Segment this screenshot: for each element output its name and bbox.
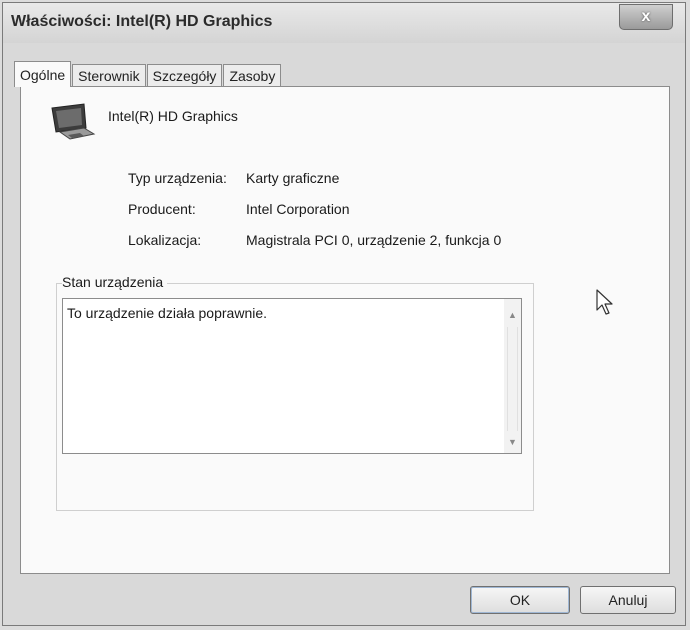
tab-resources[interactable]: Zasoby [223, 64, 282, 86]
status-scrollbar[interactable]: ▲ ▼ [504, 299, 521, 453]
tab-general[interactable]: Ogólne [14, 61, 72, 87]
close-icon: x [641, 8, 651, 25]
device-name: Intel(R) HD Graphics [108, 108, 238, 124]
device-status-text: To urządzenie działa poprawnie. [67, 305, 268, 321]
scroll-up-arrow-icon[interactable]: ▲ [504, 307, 521, 324]
tab-bar: Ogólne Sterownik Szczegóły Zasoby [14, 60, 282, 87]
location-value: Magistrala PCI 0, urządzenie 2, funkcja … [246, 232, 502, 248]
location-label: Lokalizacja: [128, 232, 202, 248]
ok-button[interactable]: OK [470, 586, 570, 614]
cancel-button[interactable]: Anuluj [580, 586, 676, 614]
title-bar[interactable]: Właściwości: Intel(R) HD Graphics x [3, 3, 685, 43]
dialog-title: Właściwości: Intel(R) HD Graphics [11, 13, 273, 30]
mouse-cursor-icon [596, 289, 613, 315]
tab-driver[interactable]: Sterownik [72, 64, 146, 86]
close-button[interactable]: x [619, 4, 673, 30]
device-type-value: Karty graficzne [246, 170, 340, 186]
scroll-down-arrow-icon[interactable]: ▼ [504, 434, 521, 451]
device-status-textbox[interactable]: To urządzenie działa poprawnie. ▲ ▼ [62, 298, 522, 454]
scroll-track[interactable] [507, 327, 518, 431]
device-status-label: Stan urządzenia [62, 274, 168, 290]
device-type-label: Typ urządzenia: [128, 170, 227, 186]
manufacturer-value: Intel Corporation [246, 201, 350, 217]
manufacturer-label: Producent: [128, 201, 196, 217]
tab-details[interactable]: Szczegóły [146, 64, 223, 86]
monitor-icon [51, 103, 96, 140]
